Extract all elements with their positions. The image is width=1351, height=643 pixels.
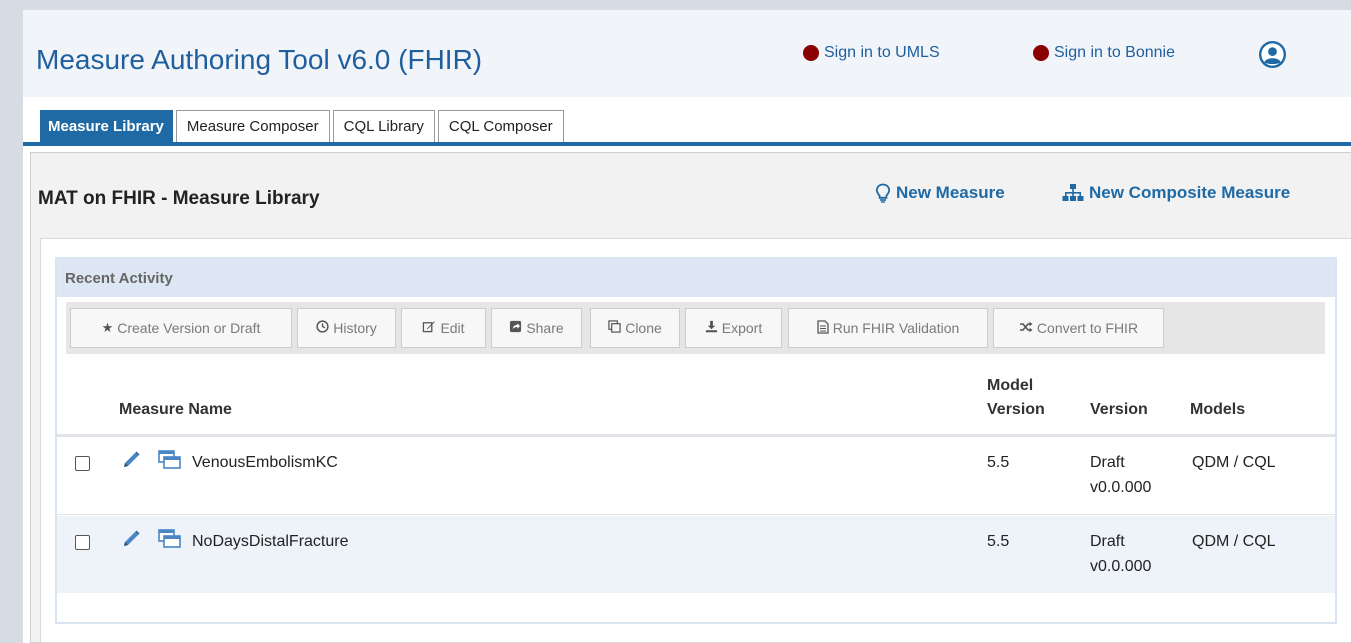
edit-label: Edit xyxy=(440,320,465,336)
measure-name-cell[interactable]: VenousEmbolismKC xyxy=(192,453,338,473)
model-version-cell: 5.5 xyxy=(987,454,1010,471)
shuffle-icon xyxy=(1019,321,1033,336)
tab-underline xyxy=(23,142,1351,146)
models-cell: QDM / CQL xyxy=(1192,454,1276,471)
clone-label: Clone xyxy=(625,320,662,336)
column-header-model-version-line1: Model xyxy=(987,377,1034,394)
tab-measure-library[interactable]: Measure Library xyxy=(40,110,173,142)
star-icon: ★ xyxy=(101,320,114,335)
share-icon xyxy=(509,320,522,336)
sitemap-icon xyxy=(1062,184,1084,201)
tab-cql-composer[interactable]: CQL Composer xyxy=(437,110,564,142)
recent-activity-header xyxy=(57,259,1335,297)
history-button[interactable]: History xyxy=(297,308,396,348)
page-title: MAT on FHIR - Measure Library xyxy=(38,188,320,209)
version-number: v0.0.000 xyxy=(1090,558,1152,575)
version-status: Draft xyxy=(1090,454,1125,471)
measure-details-icon[interactable] xyxy=(158,529,182,549)
convert-to-fhir-button[interactable]: Convert to FHIR xyxy=(993,308,1164,348)
download-icon xyxy=(705,320,718,336)
pencil-icon[interactable] xyxy=(122,530,142,548)
document-icon xyxy=(817,319,829,337)
new-measure-label: New Measure xyxy=(896,183,1005,202)
column-header-measure-name: Measure Name xyxy=(119,401,232,418)
measure-details-icon[interactable] xyxy=(158,450,182,470)
tab-measure-composer[interactable]: Measure Composer xyxy=(175,110,330,142)
version-cell: Draft v0.0.000 xyxy=(1090,453,1151,498)
status-dot-icon xyxy=(1033,45,1049,61)
new-measure-link[interactable]: New Measure xyxy=(875,183,1005,203)
column-header-model-version: Model Version xyxy=(987,376,1045,419)
clone-button[interactable]: Clone xyxy=(590,308,680,348)
share-label: Share xyxy=(526,320,564,336)
clock-icon xyxy=(316,320,329,336)
tab-cql-library[interactable]: CQL Library xyxy=(332,110,435,142)
create-version-label: Create Version or Draft xyxy=(117,320,261,336)
model-version-cell: 5.5 xyxy=(987,533,1010,550)
models-cell: QDM / CQL xyxy=(1192,533,1276,550)
clone-icon xyxy=(608,320,621,336)
signin-umls-link[interactable]: Sign in to UMLS xyxy=(803,44,940,62)
row-select-checkbox[interactable] xyxy=(75,535,90,550)
create-version-button[interactable]: ★ Create Version or Draft xyxy=(70,308,292,348)
run-fhir-validation-button[interactable]: Run FHIR Validation xyxy=(788,308,988,348)
edit-button[interactable]: Edit xyxy=(401,308,486,348)
signin-bonnie-label: Sign in to Bonnie xyxy=(1054,44,1175,61)
lightbulb-icon xyxy=(875,183,891,203)
new-composite-measure-link[interactable]: New Composite Measure xyxy=(1062,183,1290,203)
run-fhir-validation-label: Run FHIR Validation xyxy=(832,320,960,336)
recent-activity-title: Recent Activity xyxy=(65,270,173,287)
version-cell: Draft v0.0.000 xyxy=(1090,532,1151,577)
column-header-model-version-line2: Version xyxy=(987,401,1045,418)
status-dot-icon xyxy=(803,45,819,61)
edit-icon xyxy=(422,320,436,336)
version-status: Draft xyxy=(1090,533,1125,550)
measure-name-cell[interactable]: NoDaysDistalFracture xyxy=(192,532,348,552)
signin-umls-label: Sign in to UMLS xyxy=(824,44,940,61)
pencil-icon[interactable] xyxy=(122,451,142,469)
export-button[interactable]: Export xyxy=(685,308,782,348)
main-tabs: Measure Library Measure Composer CQL Lib… xyxy=(40,110,567,142)
window-left-border xyxy=(0,10,23,643)
history-label: History xyxy=(333,320,377,336)
row-select-checkbox[interactable] xyxy=(75,456,90,471)
version-number: v0.0.000 xyxy=(1090,479,1152,496)
column-header-version: Version xyxy=(1090,401,1148,418)
column-header-models: Models xyxy=(1190,401,1246,418)
signin-bonnie-link[interactable]: Sign in to Bonnie xyxy=(1033,44,1175,62)
share-button[interactable]: Share xyxy=(491,308,582,348)
new-composite-measure-label: New Composite Measure xyxy=(1089,183,1291,202)
app-title: Measure Authoring Tool v6.0 (FHIR) xyxy=(36,44,483,75)
export-label: Export xyxy=(721,320,763,336)
convert-to-fhir-label: Convert to FHIR xyxy=(1036,320,1139,336)
window-top-border xyxy=(0,0,1351,10)
user-profile-icon[interactable] xyxy=(1258,40,1287,69)
